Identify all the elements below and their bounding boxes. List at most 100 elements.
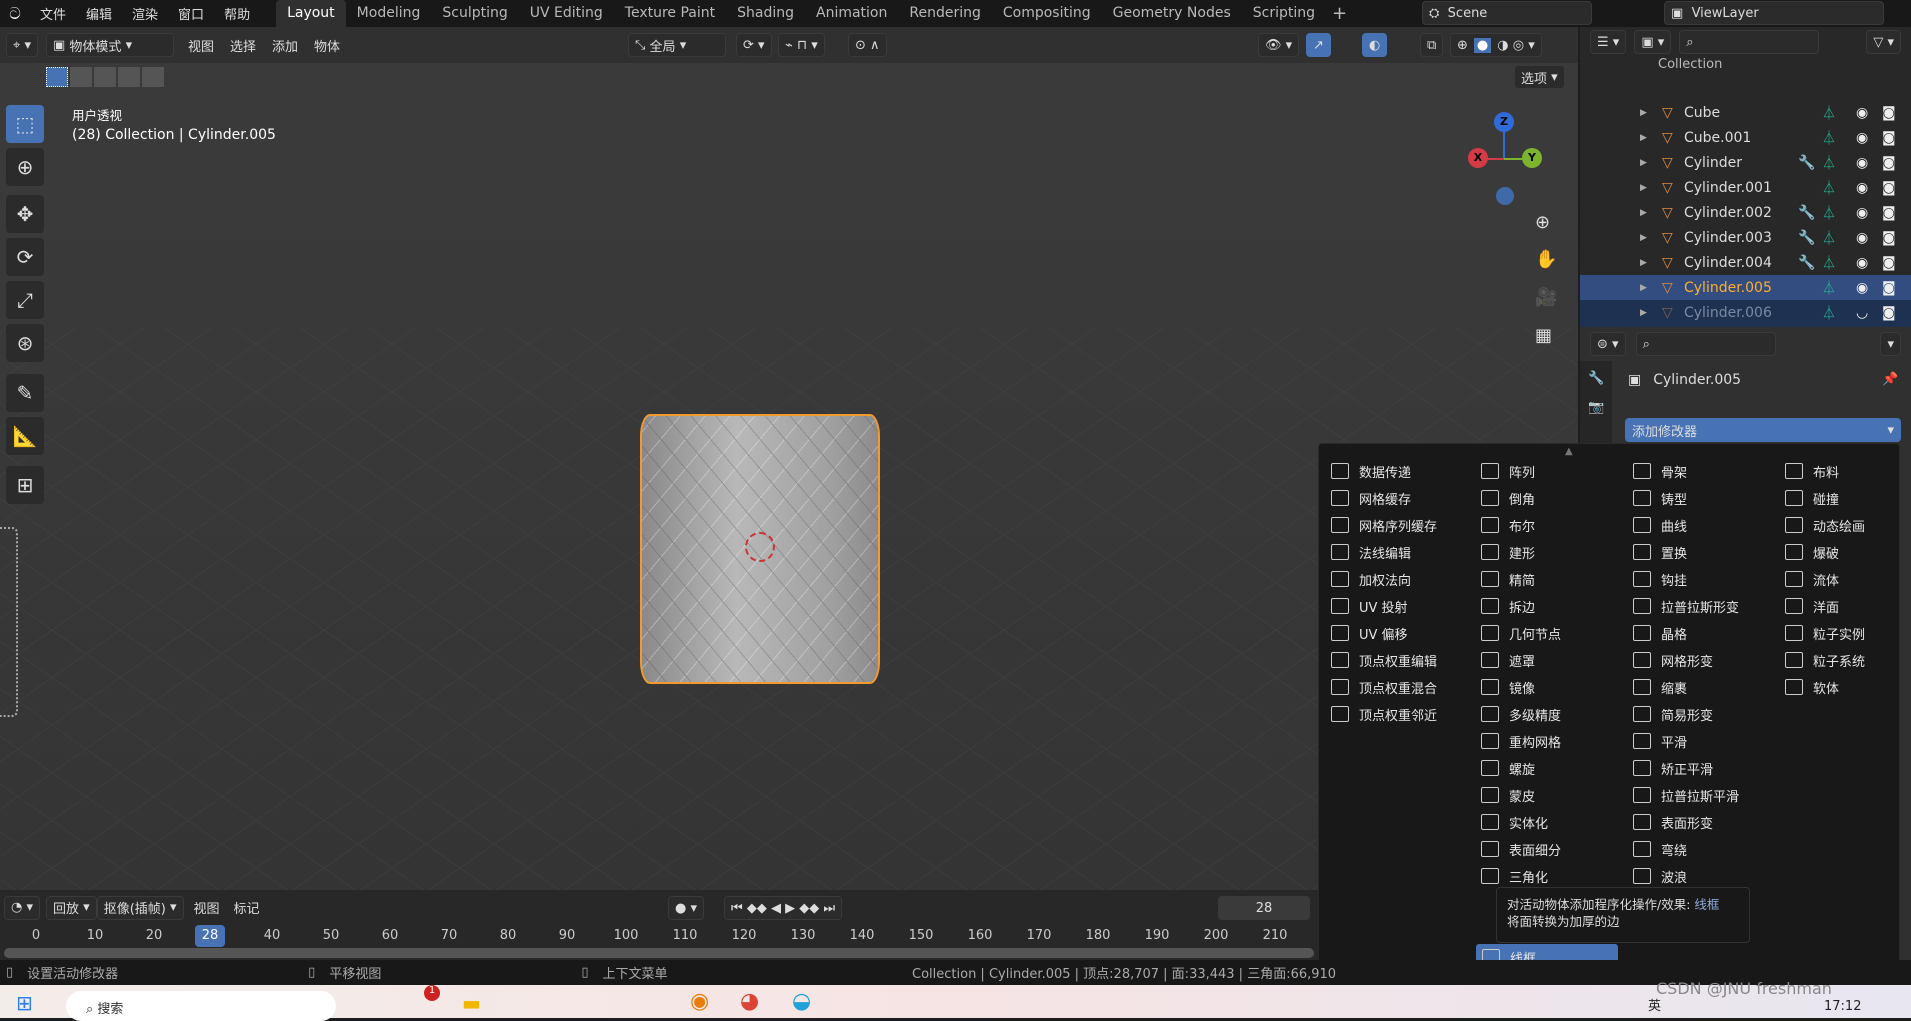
properties-options[interactable]: ▾ xyxy=(1880,332,1901,356)
expand-arrow-icon[interactable]: ▶ xyxy=(1640,233,1647,243)
eye-icon[interactable]: ◉ xyxy=(1856,205,1868,221)
shading-buttons[interactable]: ⊕ ● ◑ ◎ ▾ xyxy=(1450,33,1542,57)
render-camera-icon[interactable]: ◙ xyxy=(1882,230,1896,246)
filter-icon[interactable]: ▽ ▾ xyxy=(1866,30,1901,54)
options-button[interactable]: 选项 ▾ xyxy=(1514,65,1565,89)
outliner-item[interactable]: ▶ ▽ Cylinder.006 ⏃ ◡ ◙ xyxy=(1580,300,1911,325)
object-name[interactable]: Cylinder.002 xyxy=(1684,205,1772,221)
editor-type-button[interactable]: ⌖ ▾ xyxy=(6,33,38,57)
gizmo-y[interactable]: Y xyxy=(1522,148,1542,168)
chrome-icon[interactable]: ◕ xyxy=(740,989,759,1014)
eye-icon[interactable]: ◉ xyxy=(1856,155,1868,171)
outliner-item[interactable]: ▶ ▽ Cylinder.003 🔧 ⏃ ◉ ◙ xyxy=(1580,225,1911,250)
menu-3[interactable]: 窗口 xyxy=(168,4,214,23)
modifier-menu-item[interactable]: 倒角 xyxy=(1481,485,1626,511)
workspace-tab-compositing[interactable]: Compositing xyxy=(992,0,1102,27)
render-tab-icon[interactable]: 📷 xyxy=(1580,396,1612,419)
outliner-item[interactable]: ▶ ▽ Cylinder 🔧 ⏃ ◉ ◙ xyxy=(1580,150,1911,175)
scale-tool[interactable]: ⤢ xyxy=(6,281,44,319)
cursor-tool[interactable]: ⊕ xyxy=(6,148,44,186)
render-camera-icon[interactable]: ◙ xyxy=(1882,305,1896,321)
modifier-menu-item[interactable]: 法线编辑 xyxy=(1331,539,1476,565)
object-name[interactable]: Cube xyxy=(1684,105,1720,121)
workspace-tab-layout[interactable]: Layout xyxy=(276,0,346,27)
modifier-menu-item[interactable]: 铸型 xyxy=(1633,485,1778,511)
blender-logo-icon[interactable]: ට xyxy=(0,4,30,24)
modifier-menu-item[interactable]: 顶点权重编辑 xyxy=(1331,647,1476,673)
current-frame-field[interactable]: 28 xyxy=(1218,896,1310,920)
outliner-search[interactable]: ⌕ xyxy=(1679,30,1820,54)
timeline-editor-type[interactable]: ◔ ▾ xyxy=(4,895,41,920)
scroll-up-arrow-icon[interactable]: ▲ xyxy=(1565,446,1573,457)
camera-icon[interactable]: 🎥 xyxy=(1535,287,1557,308)
wrench-icon[interactable]: 🔧 xyxy=(1798,155,1815,171)
expand-arrow-icon[interactable]: ▶ xyxy=(1640,158,1647,168)
workspace-tab-uv-editing[interactable]: UV Editing xyxy=(519,0,614,27)
expand-arrow-icon[interactable]: ▶ xyxy=(1640,108,1647,118)
axis-gizmo[interactable]: Z X Y xyxy=(1468,102,1550,205)
keying-menu[interactable]: 抠像(插帧) ▾ xyxy=(96,895,184,920)
workspace-tab-animation[interactable]: Animation xyxy=(805,0,898,27)
expand-arrow-icon[interactable]: ▶ xyxy=(1640,133,1647,143)
timeline-menu-marker[interactable]: 标记 xyxy=(230,898,264,917)
modifier-menu-item[interactable]: 波浪 xyxy=(1633,863,1778,889)
eye-icon[interactable]: ◉ xyxy=(1856,230,1868,246)
modifier-menu-item[interactable]: 精简 xyxy=(1481,566,1626,592)
modifier-menu-item[interactable]: 网格形变 xyxy=(1633,647,1778,673)
workspace-tab-texture-paint[interactable]: Texture Paint xyxy=(614,0,726,27)
modifier-menu-item[interactable]: 重构网格 xyxy=(1481,728,1626,754)
modifier-menu-item[interactable]: 多级精度 xyxy=(1481,701,1626,727)
modifier-menu-item[interactable]: 三角化 xyxy=(1481,863,1626,889)
annotate-tool[interactable]: ✎ xyxy=(6,374,44,412)
eye-icon[interactable]: ◉ xyxy=(1856,255,1868,271)
modifier-menu-item[interactable]: 粒子系统 xyxy=(1785,647,1911,673)
taskbar-search[interactable]: ⌕ 搜索 xyxy=(66,991,336,1021)
menu-1[interactable]: 编辑 xyxy=(76,4,122,23)
rotate-tool[interactable]: ⟳ xyxy=(6,238,44,276)
modifier-menu-item[interactable]: 表面形变 xyxy=(1633,809,1778,835)
proportional-edit-button[interactable]: ⊙ ∧ xyxy=(848,33,887,57)
expand-arrow-icon[interactable]: ▶ xyxy=(1640,283,1647,293)
object-name[interactable]: Cylinder.006 xyxy=(1684,305,1772,321)
modifier-menu-item[interactable]: 遮罩 xyxy=(1481,647,1626,673)
timeline-scrollbar[interactable] xyxy=(4,948,1314,958)
select-box-tool[interactable]: ⬚ xyxy=(6,105,44,143)
outliner-item[interactable]: ▶ ▽ Cylinder.001 ⏃ ◉ ◙ xyxy=(1580,175,1911,200)
modifier-menu-item[interactable]: 布料 xyxy=(1785,458,1911,484)
auto-keying-button[interactable]: ● ▾ xyxy=(668,896,705,920)
modifier-menu-item[interactable]: 碰撞 xyxy=(1785,485,1911,511)
add-cube-tool[interactable]: ⊞ xyxy=(6,466,44,504)
modifier-menu-item[interactable]: 置换 xyxy=(1633,539,1778,565)
modifier-menu-item[interactable]: 简易形变 xyxy=(1633,701,1778,727)
modifier-menu-item[interactable]: 拆边 xyxy=(1481,593,1626,619)
render-camera-icon[interactable]: ◙ xyxy=(1882,280,1896,296)
modifier-menu-item[interactable]: 软体 xyxy=(1785,674,1911,700)
viewport-menu-2[interactable]: 添加 xyxy=(266,36,304,55)
scene-selector[interactable]: ⛭ Scene xyxy=(1422,1,1592,25)
blender-taskbar-icon[interactable]: ◉ xyxy=(690,989,709,1014)
add-modifier-dropdown[interactable]: 添加修改器 ▾ xyxy=(1625,418,1901,442)
mesh-data-icon[interactable]: ⏃ xyxy=(1822,228,1836,248)
windows-start-icon[interactable]: ⊞ xyxy=(16,991,33,1015)
object-name[interactable]: Cylinder.004 xyxy=(1684,255,1772,271)
modifier-menu-item[interactable]: 数据传递 xyxy=(1331,458,1476,484)
modifier-menu-item[interactable]: 拉普拉斯平滑 xyxy=(1633,782,1778,808)
workspace-tab-modeling[interactable]: Modeling xyxy=(346,0,432,27)
render-camera-icon[interactable]: ◙ xyxy=(1882,105,1896,121)
mode-selector[interactable]: ▣ 物体模式 ▾ xyxy=(45,33,174,57)
outliner-item[interactable]: ▶ ▽ Cube ⏃ ◉ ◙ xyxy=(1580,100,1911,125)
wrench-icon[interactable]: 🔧 xyxy=(1798,230,1815,246)
add-workspace-button[interactable]: + xyxy=(1326,3,1353,24)
eye-closed-icon[interactable]: ◡ xyxy=(1856,305,1868,321)
modifier-menu-item[interactable]: 弯绕 xyxy=(1633,836,1778,862)
pin-icon[interactable]: 📌 xyxy=(1882,372,1898,387)
outliner-item[interactable]: ▶ ▽ Cylinder.004 🔧 ⏃ ◉ ◙ xyxy=(1580,250,1911,275)
modifier-menu-item[interactable]: 钩挂 xyxy=(1633,566,1778,592)
expand-arrow-icon[interactable]: ▶ xyxy=(1640,183,1647,193)
overlay-toggle[interactable]: ◐ xyxy=(1362,33,1388,57)
workspace-tab-sculpting[interactable]: Sculpting xyxy=(431,0,518,27)
outliner-item[interactable]: ▶ ▽ Cylinder.005 ⏃ ◉ ◙ xyxy=(1580,275,1911,300)
hand-pan-icon[interactable]: ✋ xyxy=(1535,249,1557,270)
viewport-menu-1[interactable]: 选择 xyxy=(224,36,262,55)
properties-editor-type[interactable]: ⊜ ▾ xyxy=(1590,332,1626,356)
